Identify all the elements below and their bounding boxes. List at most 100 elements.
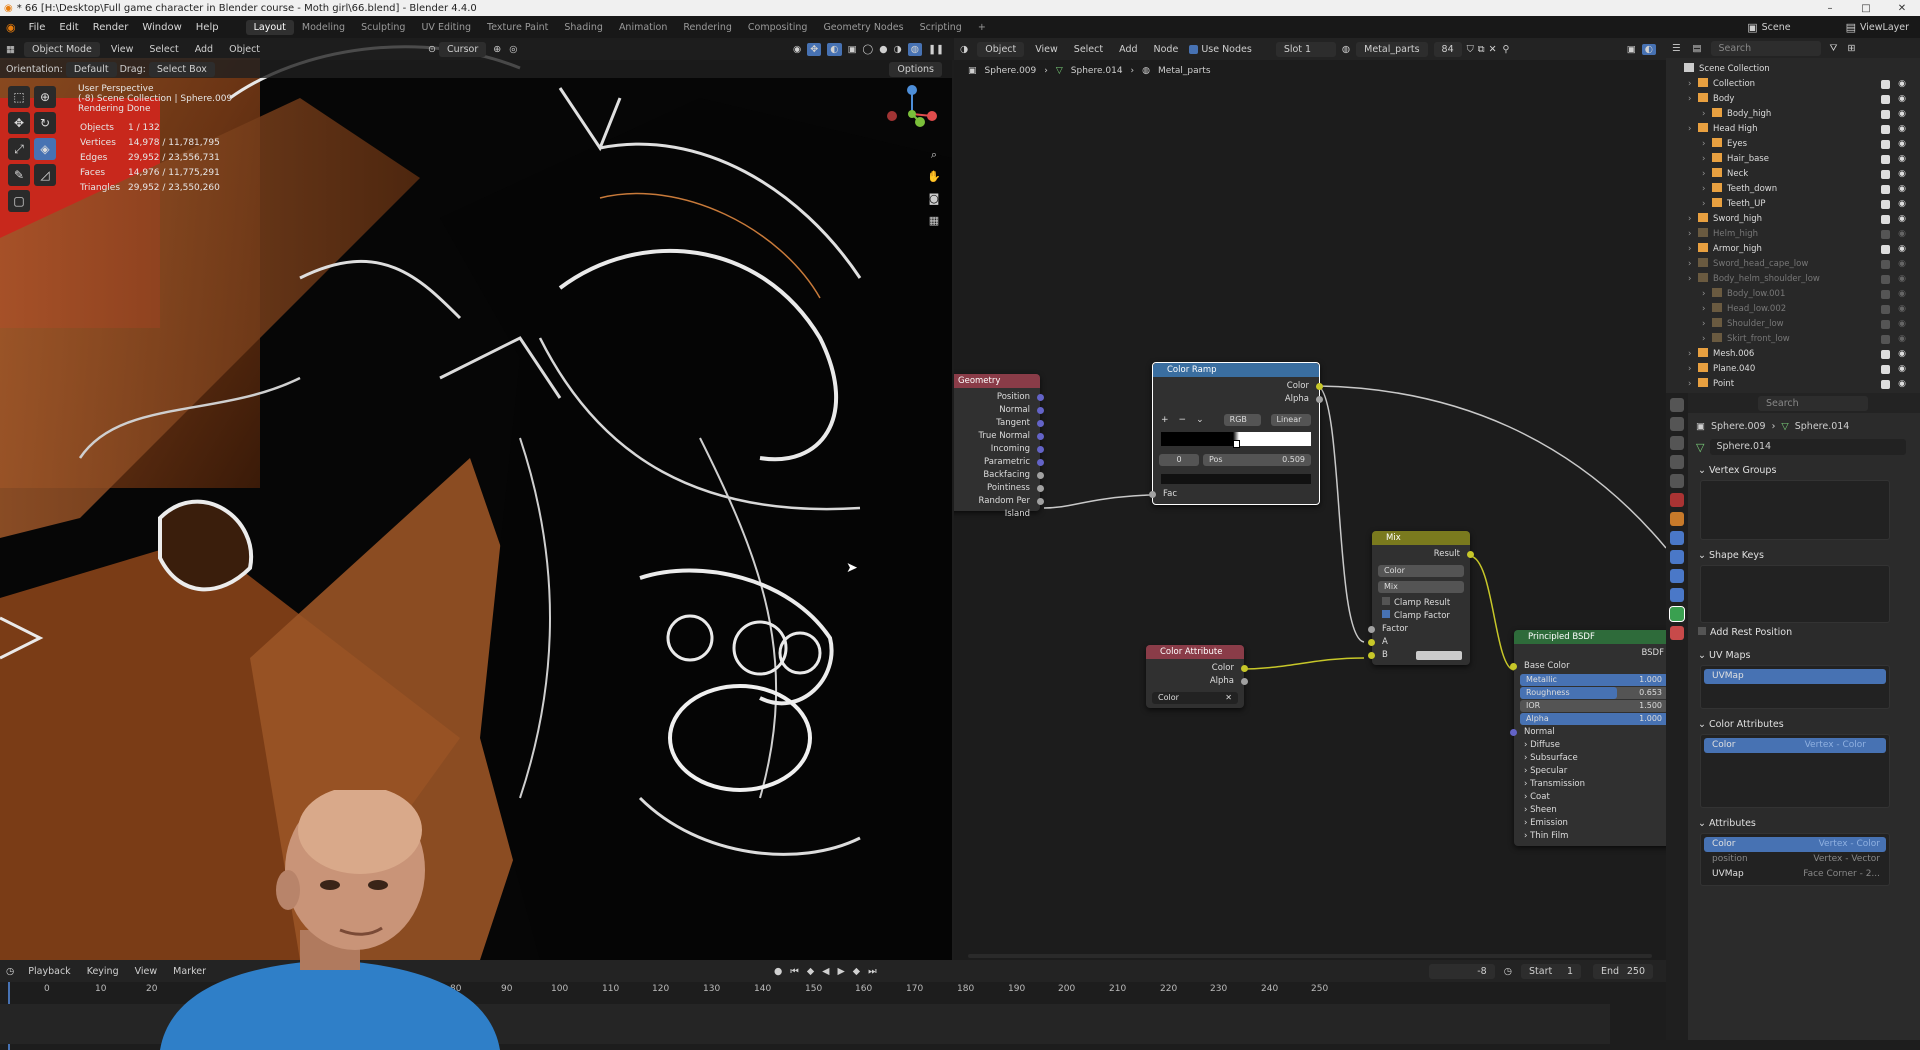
input-socket[interactable]: [1149, 491, 1156, 498]
uv-map-item[interactable]: UVMap: [1704, 669, 1886, 684]
attributes-list[interactable]: Color Vertex - Color position Vertex - Vec…: [1700, 833, 1890, 886]
tab-shading[interactable]: Shading: [556, 20, 611, 35]
outliner-item[interactable]: › Armor_high ◉: [1666, 242, 1920, 257]
shape-keys-panel[interactable]: ⌄ Shape Keys: [1688, 546, 1920, 565]
filter-icon[interactable]: ⛛: [1824, 43, 1844, 54]
viewport-menu-add[interactable]: Add: [189, 42, 219, 57]
shading-material-icon[interactable]: ◑: [893, 44, 901, 55]
close-button[interactable]: ✕: [1884, 3, 1920, 14]
add-workspace-button[interactable]: +: [970, 20, 994, 35]
output-socket[interactable]: [1316, 383, 1323, 390]
color-ramp-gradient[interactable]: [1161, 432, 1311, 448]
tab-sculpting[interactable]: Sculpting: [353, 20, 413, 35]
expand-arrow-icon[interactable]: ›: [1688, 257, 1698, 272]
overlay-toggle-icon[interactable]: ◐: [827, 42, 842, 56]
tab-geometry-nodes[interactable]: Geometry Nodes: [815, 20, 911, 35]
outliner-item[interactable]: › Hair_base ◉: [1666, 152, 1920, 167]
visibility-eye-icon[interactable]: ◉: [1898, 332, 1906, 347]
expand-arrow-icon[interactable]: ›: [1688, 122, 1698, 137]
visibility-eye-icon[interactable]: ◉: [1898, 152, 1906, 167]
visibility-eye-icon[interactable]: ◉: [1898, 122, 1906, 137]
add-rest-position-row[interactable]: Add Rest Position: [1688, 623, 1920, 642]
visibility-eye-icon[interactable]: ◉: [1898, 257, 1906, 272]
expand-arrow-icon[interactable]: ›: [1702, 137, 1712, 152]
panel-transmission[interactable]: › Transmission: [1514, 778, 1666, 791]
expand-arrow-icon[interactable]: ›: [1688, 227, 1698, 242]
outliner-item[interactable]: › Body ◉: [1666, 92, 1920, 107]
visibility-eye-icon[interactable]: ◉: [1898, 92, 1906, 107]
attribute-item[interactable]: position Vertex - Vector: [1704, 852, 1886, 867]
pivot-icon[interactable]: ⊙: [428, 44, 436, 55]
bsdf-field[interactable]: Roughness 0.653: [1520, 687, 1666, 699]
output-socket[interactable]: [1037, 446, 1044, 453]
clear-icon[interactable]: ✕: [1225, 692, 1232, 704]
visibility-eye-icon[interactable]: ◉: [1898, 182, 1906, 197]
uv-maps-list[interactable]: UVMap: [1700, 665, 1890, 709]
exclude-checkbox[interactable]: [1881, 125, 1890, 134]
output-socket[interactable]: [1241, 665, 1248, 672]
panel-specular[interactable]: › Specular: [1514, 765, 1666, 778]
visibility-eye-icon[interactable]: ◉: [1898, 212, 1906, 227]
expand-arrow-icon[interactable]: ›: [1688, 242, 1698, 257]
visibility-eye-icon[interactable]: ◉: [1898, 302, 1906, 317]
tab-scripting[interactable]: Scripting: [912, 20, 970, 35]
outliner-item[interactable]: › Neck ◉: [1666, 167, 1920, 182]
tab-scene-icon[interactable]: [1670, 474, 1684, 488]
outliner-item[interactable]: › Sword_head_cape_low ◉: [1666, 257, 1920, 272]
attribute-item[interactable]: Color Vertex - Color: [1704, 837, 1886, 852]
outliner-item[interactable]: › Body_high ◉: [1666, 107, 1920, 122]
navigation-gizmo[interactable]: [880, 82, 944, 146]
outliner-item[interactable]: › Head High ◉: [1666, 122, 1920, 137]
visibility-eye-icon[interactable]: ◉: [1898, 362, 1906, 377]
camera-view-icon[interactable]: ◙: [924, 192, 944, 214]
pan-hand-icon[interactable]: ✋: [924, 170, 944, 192]
stop-position-field[interactable]: Pos 0.509: [1203, 454, 1311, 466]
node-editor-scrollbar[interactable]: [968, 954, 1652, 958]
interpolation-selector[interactable]: Linear: [1270, 414, 1311, 426]
shading-rendered-icon[interactable]: ◍: [907, 42, 923, 56]
expand-arrow-icon[interactable]: ›: [1688, 377, 1698, 392]
output-socket[interactable]: [1241, 678, 1248, 685]
exclude-checkbox[interactable]: [1881, 170, 1890, 179]
new-collection-icon[interactable]: ⊞: [1844, 43, 1860, 54]
viewport-menu-select[interactable]: Select: [143, 42, 184, 57]
expand-arrow-icon[interactable]: ›: [1688, 212, 1698, 227]
zoom-icon[interactable]: ⌕: [924, 148, 944, 170]
visibility-eye-icon[interactable]: ◉: [1898, 287, 1906, 302]
outliner-item[interactable]: › Mesh.006 ◉: [1666, 347, 1920, 362]
expand-arrow-icon[interactable]: ›: [1702, 107, 1712, 122]
attribute-item[interactable]: UVMap Face Corner - 2...: [1704, 867, 1886, 882]
output-socket[interactable]: [1037, 459, 1044, 466]
vertex-groups-panel[interactable]: ⌄ Vertex Groups: [1688, 461, 1920, 480]
tab-texture-paint[interactable]: Texture Paint: [479, 20, 556, 35]
menu-render[interactable]: Render: [86, 22, 136, 33]
exclude-checkbox[interactable]: [1881, 155, 1890, 164]
color-attribute-item[interactable]: Color Vertex - Color: [1704, 738, 1886, 753]
color-attributes-panel[interactable]: ⌄ Color Attributes: [1688, 715, 1920, 734]
tab-mesh-data-icon[interactable]: [1669, 606, 1685, 622]
output-socket[interactable]: [1467, 551, 1474, 558]
tab-output-icon[interactable]: [1670, 436, 1684, 450]
blender-menu-icon[interactable]: ◉: [0, 21, 22, 34]
outliner-item[interactable]: › Eyes ◉: [1666, 137, 1920, 152]
exclude-checkbox[interactable]: [1881, 275, 1890, 284]
outliner-item[interactable]: › Teeth_UP ◉: [1666, 197, 1920, 212]
panel-subsurface[interactable]: › Subsurface: [1514, 752, 1666, 765]
tab-layout[interactable]: Layout: [245, 19, 294, 35]
input-socket[interactable]: [1368, 652, 1375, 659]
color-attribute-node[interactable]: Color Attribute Color Alpha Color ✕: [1146, 645, 1248, 708]
attributes-panel[interactable]: ⌄ Attributes: [1688, 814, 1920, 833]
visibility-eye-icon[interactable]: ◉: [1898, 272, 1906, 287]
snap-icon[interactable]: ⊕: [489, 44, 505, 55]
shading-wireframe-icon[interactable]: ◯: [863, 44, 874, 55]
menu-file[interactable]: File: [22, 22, 53, 33]
outliner-item[interactable]: › Body_helm_shoulder_low ◉: [1666, 272, 1920, 287]
tab-animation[interactable]: Animation: [611, 20, 675, 35]
view-layer-selector[interactable]: ViewLayer: [1860, 22, 1920, 33]
tab-compositing[interactable]: Compositing: [740, 20, 816, 35]
stop-color-swatch[interactable]: [1161, 474, 1311, 484]
outliner-item[interactable]: › Helm_high ◉: [1666, 227, 1920, 242]
expand-arrow-icon[interactable]: ›: [1702, 287, 1712, 302]
axis-gizmo-icon[interactable]: [880, 82, 944, 146]
principled-bsdf-node[interactable]: Principled BSDF BSDF Base Color Metallic…: [1510, 630, 1666, 846]
